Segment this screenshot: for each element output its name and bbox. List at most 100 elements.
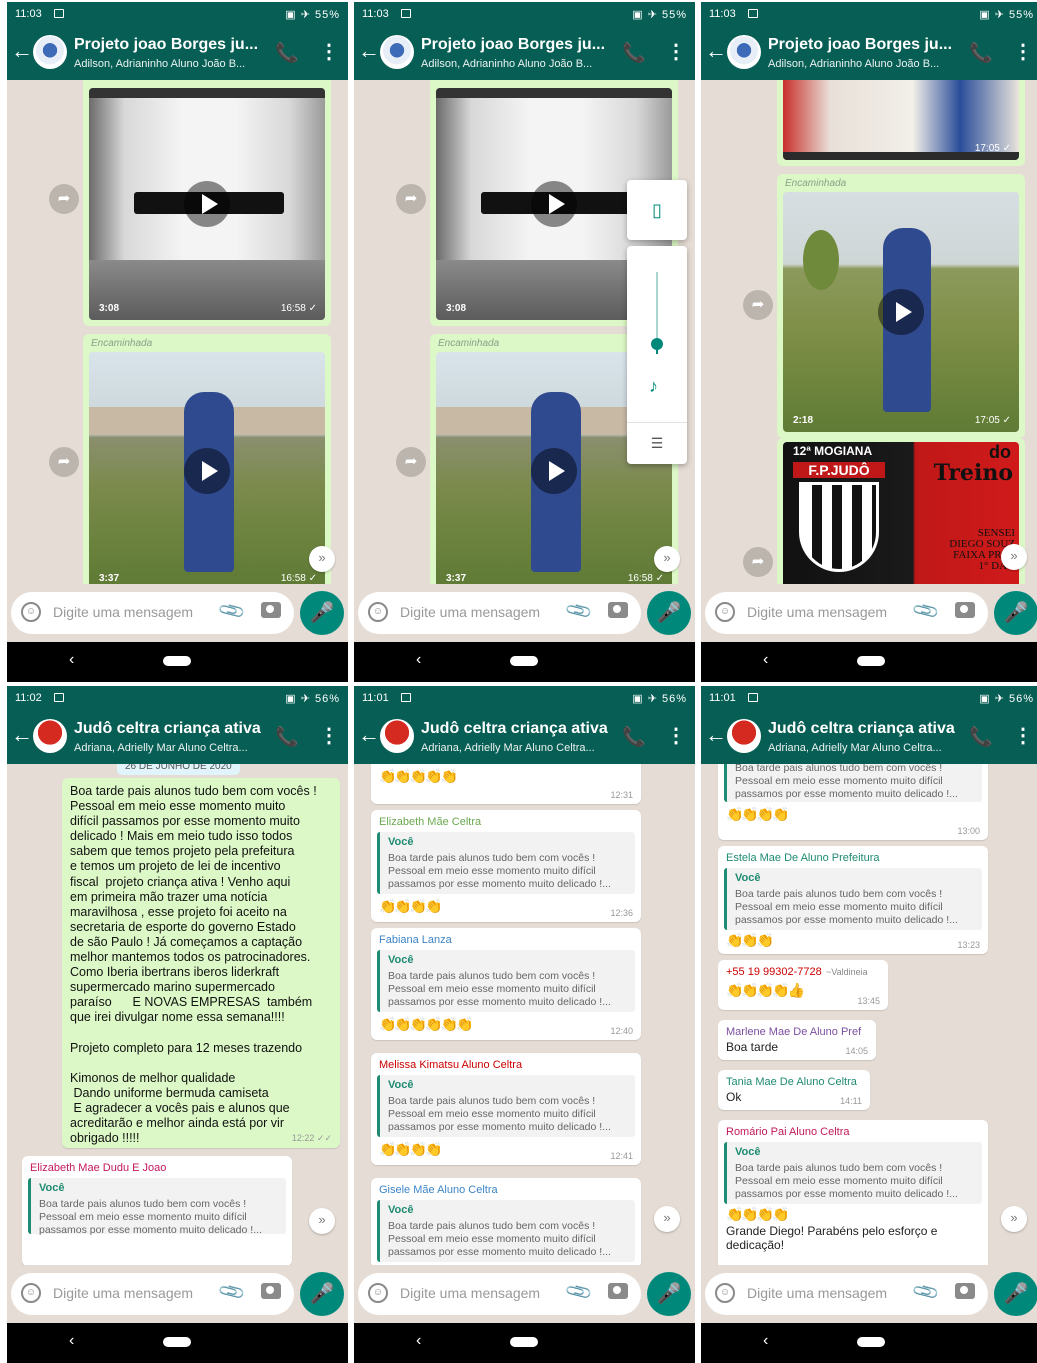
quoted-message[interactable]: Você Boa tarde pais alunos tudo bem com v… [377,832,635,894]
scroll-down-button[interactable]: » [1001,1206,1027,1232]
sender-name[interactable]: Romário Pai Aluno Celtra [726,1126,850,1138]
chat-header[interactable]: ← Projeto joao Borges ju... Adilson, Adr… [354,26,695,80]
sender-name[interactable]: Elizabeth Mãe Celtra [379,816,481,828]
volume-slider[interactable] [656,272,658,342]
group-avatar[interactable] [727,719,761,753]
back-arrow-icon[interactable]: ← [358,39,380,63]
incoming-message[interactable]: Marlene Mae De Aluno Pref Boa tarde 14:0… [718,1020,876,1060]
sender-name[interactable]: Marlene Mae De Aluno Pref [726,1026,861,1038]
volume-ringer-button[interactable]: ▯ [627,180,687,240]
more-options-icon[interactable]: ⋮ [1013,39,1033,64]
video-message[interactable]: 3:08 16:58 ✓ [83,80,331,326]
message-placeholder[interactable]: Digite uma mensagem [53,604,193,620]
chat-header[interactable]: ← Projeto joao Borges ju... Adilson, Adr… [701,26,1037,80]
nav-home-icon[interactable] [163,656,191,666]
chat-participants[interactable]: Adilson, Adrianinho Aluno João B... [74,58,269,70]
play-button-icon[interactable] [184,181,230,227]
more-options-icon[interactable]: ⋮ [319,39,339,64]
play-button-icon[interactable] [184,448,230,494]
message-placeholder[interactable]: Digite uma mensagem [400,1285,540,1301]
chat-header[interactable]: ← Judô celtra criança ativa Adriana, Adr… [7,710,348,764]
mic-button[interactable]: 🎤 [647,1272,691,1316]
attach-icon[interactable]: 📎 [564,596,594,626]
sender-name[interactable]: Gisele Mãe Aluno Celtra [379,1184,498,1196]
camera-icon[interactable] [261,1283,281,1299]
more-options-icon[interactable]: ⋮ [319,723,339,748]
message-input[interactable]: ☺ Digite uma mensagem 📎 [11,592,294,634]
message-input[interactable]: ☺ Digite uma mensagem 📎 [705,1273,988,1315]
group-avatar[interactable] [33,719,67,753]
video-thumbnail[interactable]: 2:18 17:05 ✓ [783,192,1019,432]
incoming-message[interactable]: Romário Pai Aluno Celtra Você Boa tarde p… [718,1120,988,1265]
chat-title[interactable]: Judô celtra criança ativa [421,720,616,738]
quoted-message[interactable]: Você Boa tarde pais alunos tudo bem com v… [377,1075,635,1137]
quoted-message[interactable]: Você Boa tarde pais alunos tudo bem com v… [724,868,982,930]
chat-header[interactable]: ← Judô celtra criança ativa Adriana, Adr… [701,710,1037,764]
volume-slider-thumb[interactable] [651,338,663,350]
emoji-icon[interactable]: ☺ [21,1283,41,1303]
incoming-message[interactable]: Tania Mae De Aluno Celtra Ok 14:11 [718,1070,870,1110]
forward-icon[interactable]: ➦ [49,184,79,214]
sender-phone[interactable]: +55 19 99302-7728 [726,966,822,978]
image-message[interactable]: 17:05 ✓ [777,80,1025,166]
chat-participants[interactable]: Adilson, Adrianinho Aluno João B... [421,58,616,70]
forward-icon[interactable]: ➦ [743,547,773,577]
back-arrow-icon[interactable]: ← [11,723,33,747]
incoming-message[interactable]: Elizabeth Mae Dudu E Joao Você Boa tarde … [22,1156,292,1265]
attach-icon[interactable]: 📎 [217,1277,247,1307]
sender-name[interactable]: Melissa Kimatsu Aluno Celtra [379,1059,522,1071]
sender-name[interactable]: Fabiana Lanza [379,934,452,946]
nav-back-icon[interactable]: ‹ [763,1332,768,1350]
camera-icon[interactable] [608,602,628,618]
incoming-message[interactable]: +55 19 99302-7728 ~Valdineia 👏👏👏👏👍 13:45 [718,960,888,1010]
nav-back-icon[interactable]: ‹ [416,1332,421,1350]
mic-button[interactable]: 🎤 [994,1272,1037,1316]
nav-home-icon[interactable] [857,1337,885,1347]
emoji-icon[interactable]: ☺ [368,602,388,622]
emoji-icon[interactable]: ☺ [715,1283,735,1303]
play-button-icon[interactable] [531,181,577,227]
nav-back-icon[interactable]: ‹ [416,651,421,669]
quoted-message[interactable]: Boa tarde pais alunos tudo bem com vocês… [724,764,982,802]
video-message[interactable]: Encaminhada 3:37 16:58 ✓ [83,334,331,584]
incoming-message[interactable]: Melissa Kimatsu Aluno Celtra Você Boa tar… [371,1053,641,1165]
chat-participants[interactable]: Adriana, Adrielly Mar Aluno Celtra... [768,742,963,754]
mic-button[interactable]: 🎤 [300,591,344,635]
video-thumbnail[interactable]: 3:08 16:58 ✓ [89,88,325,320]
camera-icon[interactable] [955,1283,975,1299]
forward-icon[interactable]: ➦ [743,290,773,320]
camera-icon[interactable] [261,602,281,618]
nav-back-icon[interactable]: ‹ [69,1332,74,1350]
group-avatar[interactable] [727,35,761,69]
message-placeholder[interactable]: Digite uma mensagem [747,604,887,620]
emoji-icon[interactable]: ☺ [715,602,735,622]
chat-title[interactable]: Judô celtra criança ativa [74,720,269,738]
more-options-icon[interactable]: ⋮ [1013,723,1033,748]
nav-home-icon[interactable] [510,1337,538,1347]
poster-thumbnail[interactable]: 12ª MOGIANA F.P.JUDÔ do Treino SENSEI DI… [783,442,1019,584]
emoji-icon[interactable]: ☺ [368,1283,388,1303]
sender-name[interactable]: Estela Mae De Aluno Prefeitura [726,852,879,864]
play-button-icon[interactable] [531,448,577,494]
add-call-icon[interactable]: 📞 [622,725,646,749]
video-message[interactable]: Encaminhada 2:18 17:05 ✓ [777,174,1025,438]
attach-icon[interactable]: 📎 [564,1277,594,1307]
chat-title[interactable]: Projeto joao Borges ju... [421,36,616,54]
sender-name[interactable]: Elizabeth Mae Dudu E Joao [30,1162,166,1174]
volume-settings-icon[interactable]: ☰ [627,422,687,464]
attach-icon[interactable]: 📎 [911,1277,941,1307]
message-input[interactable]: ☺ Digite uma mensagem 📎 [705,592,988,634]
more-options-icon[interactable]: ⋮ [666,723,686,748]
chat-title[interactable]: Judô celtra criança ativa [768,720,963,738]
scroll-down-button[interactable]: » [1001,544,1027,570]
attach-icon[interactable]: 📎 [911,596,941,626]
quoted-message[interactable]: Você Boa tarde pais alunos tudo bem com v… [377,950,635,1012]
image-thumbnail[interactable]: 17:05 ✓ [783,80,1019,160]
incoming-message[interactable]: Boa tarde pais alunos tudo bem com vocês… [718,764,988,840]
quoted-message[interactable]: Você Boa tarde pais alunos tudo bem com v… [724,1142,982,1204]
incoming-message[interactable]: 👏👏👏👏👏 12:31 [371,764,641,804]
mic-button[interactable]: 🎤 [994,591,1037,635]
chat-participants[interactable]: Adilson, Adrianinho Aluno João B... [768,58,963,70]
chat-participants[interactable]: Adriana, Adrielly Mar Aluno Celtra... [74,742,269,754]
camera-icon[interactable] [608,1283,628,1299]
